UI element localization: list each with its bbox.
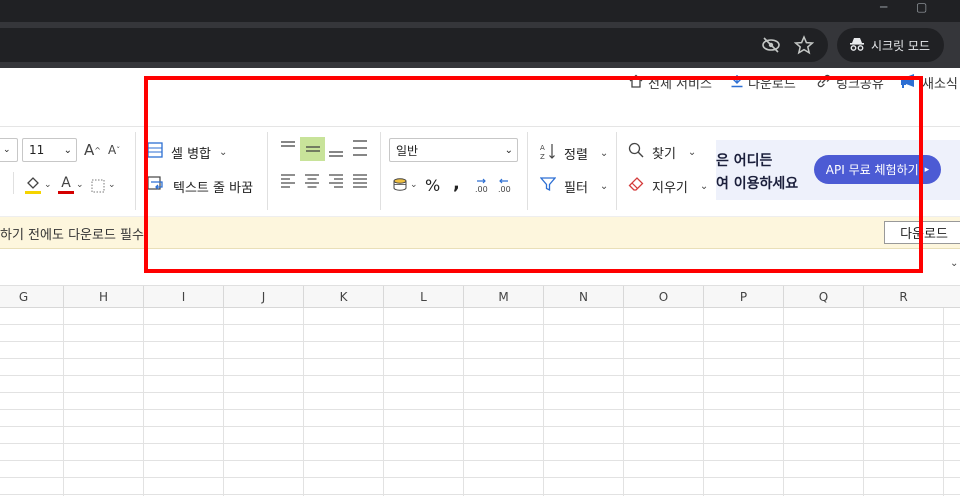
chevron-down-icon[interactable]: ⌄ [950, 258, 958, 269]
column-header[interactable]: K [303, 286, 383, 308]
chevron-down-icon: ⌄ [3, 145, 11, 155]
column-header[interactable]: P [703, 286, 783, 308]
column-header[interactable]: L [383, 286, 463, 308]
divider [135, 132, 136, 210]
highlight-box [144, 76, 923, 273]
star-icon[interactable] [793, 35, 815, 59]
font-color-swatch [58, 191, 74, 194]
eye-off-icon[interactable] [760, 35, 782, 59]
chevron-down-icon[interactable]: ⌄ [108, 180, 116, 190]
font-size-value: 11 [29, 143, 45, 157]
fill-color-icon[interactable] [25, 176, 41, 194]
cell-grid[interactable] [0, 308, 960, 496]
browser-titlebar [0, 0, 960, 22]
column-header[interactable]: I [143, 286, 223, 308]
fill-color-swatch [25, 191, 41, 194]
incognito-badge[interactable]: 시크릿 모드 [837, 28, 944, 62]
incognito-label: 시크릿 모드 [871, 38, 931, 53]
divider [13, 172, 14, 194]
column-header[interactable]: M [463, 286, 543, 308]
news-label: 새소식 [922, 77, 958, 92]
column-header[interactable]: H [63, 286, 143, 308]
address-bar[interactable] [0, 28, 828, 62]
column-header[interactable]: N [543, 286, 623, 308]
maximize-icon[interactable]: ▢ [916, 0, 927, 14]
column-header[interactable]: Q [783, 286, 863, 308]
incognito-icon [849, 37, 865, 54]
font-size-select[interactable]: 11 ⌄ [22, 138, 77, 162]
column-header[interactable]: G [0, 286, 63, 308]
chevron-right-icon: ▸ [924, 164, 930, 175]
chevron-down-icon[interactable]: ⌄ [76, 180, 84, 190]
notice-text: 하기 전에도 다운로드 필수! [0, 228, 150, 243]
font-color-icon[interactable]: A [58, 176, 74, 194]
column-header[interactable]: J [223, 286, 303, 308]
chevron-down-icon[interactable]: ⌄ [44, 180, 52, 190]
chevron-down-icon: ⌄ [63, 144, 72, 156]
increase-font-icon[interactable]: A ^ [84, 141, 101, 159]
font-family-select[interactable]: ⌄ [0, 138, 18, 162]
column-header[interactable]: R [863, 286, 943, 308]
decrease-font-icon[interactable]: Aˇ [108, 143, 120, 157]
minimize-icon[interactable]: ─ [880, 0, 887, 14]
column-headers: G H I J K L M N O P Q R [0, 286, 960, 308]
border-icon[interactable] [90, 178, 106, 198]
column-header[interactable]: O [623, 286, 703, 308]
